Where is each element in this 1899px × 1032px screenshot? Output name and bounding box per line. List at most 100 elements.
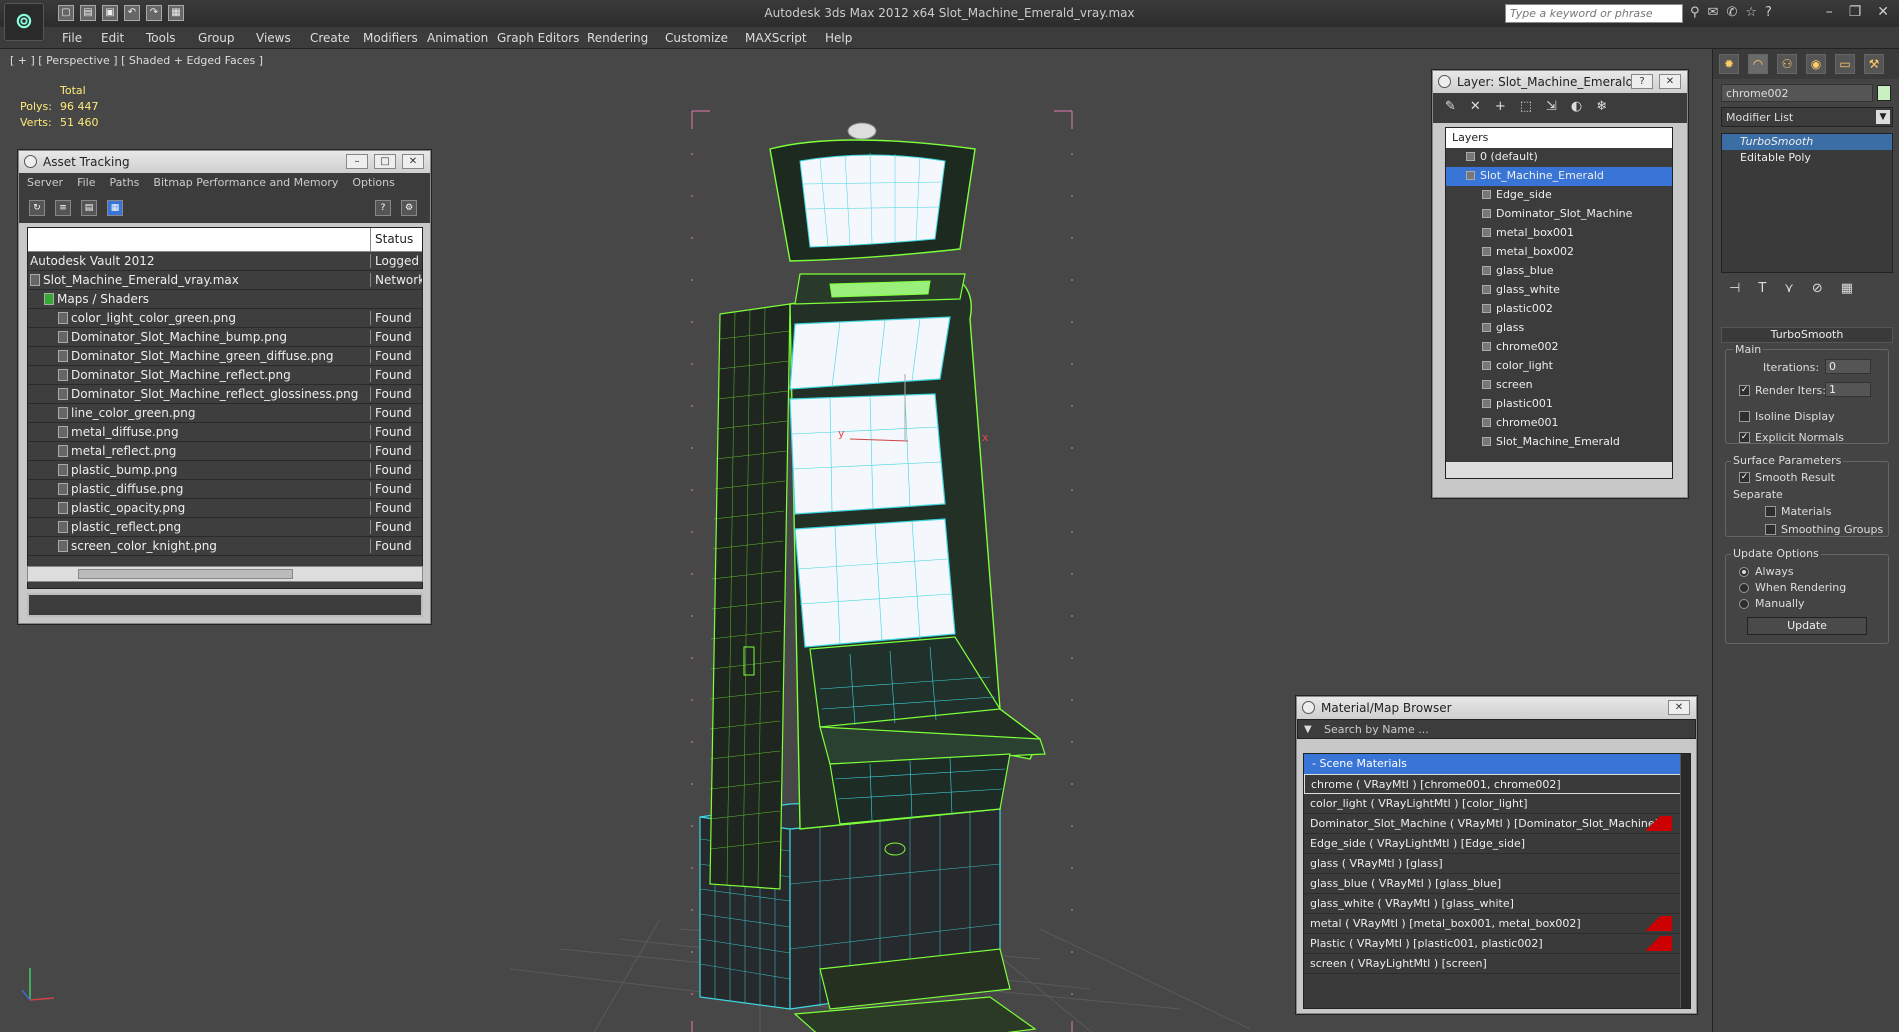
layer-item[interactable]: chrome001 [1446,414,1672,433]
material-item[interactable]: Plastic ( VRayMtl ) [plastic001, plastic… [1304,934,1690,954]
new-icon[interactable]: ▢ [58,5,74,21]
project-icon[interactable]: ▦ [168,5,184,21]
turbosmooth-rollout-header[interactable]: TurboSmooth [1721,327,1893,343]
asset-menu-paths[interactable]: Paths [110,176,140,190]
material-search-input[interactable]: ▼ Search by Name ... [1297,719,1696,739]
asset-menu-bitmap[interactable]: Bitmap Performance and Memory [153,176,338,190]
materials-checkbox[interactable] [1765,506,1776,517]
make-unique-icon[interactable]: ⋎ [1784,281,1794,296]
table-row[interactable]: Dominator_Slot_Machine_bump.png Found [28,328,422,347]
layer-delete-icon[interactable]: ✕ [1470,99,1481,117]
menu-views[interactable]: Views [256,31,291,45]
motion-tab-icon[interactable]: ◉ [1806,54,1826,74]
asset-menu-server[interactable]: Server [27,176,63,190]
close-icon[interactable]: ✕ [1668,700,1690,715]
hierarchy-tab-icon[interactable]: ⚇ [1777,54,1797,74]
layer-item[interactable]: plastic002 [1446,300,1672,319]
menu-customize[interactable]: Customize [665,31,728,45]
render-iters-checkbox[interactable]: ✓ [1739,385,1750,396]
favorites-icon[interactable]: ☆ [1745,5,1757,20]
table-row[interactable]: screen_color_knight.png Found [28,537,422,556]
communication-icon[interactable]: ✆ [1726,5,1737,20]
layer-item[interactable]: Dominator_Slot_Machine [1446,205,1672,224]
isoline-checkbox[interactable] [1739,411,1750,422]
help-icon[interactable]: ? [1631,74,1653,89]
object-color-swatch[interactable] [1877,85,1891,101]
table-row[interactable]: Slot_Machine_Emerald_vray.max Network [28,271,422,290]
material-vertical-scrollbar[interactable] [1680,754,1690,1008]
layer-item[interactable]: screen [1446,376,1672,395]
smooth-result-checkbox[interactable]: ✓ [1739,472,1750,483]
layer-item[interactable]: glass_white [1446,281,1672,300]
update-button[interactable]: Update [1747,617,1867,635]
menu-maxscript[interactable]: MAXScript [745,31,807,45]
manually-radio[interactable] [1739,599,1749,609]
menu-help[interactable]: Help [825,31,852,45]
menu-create[interactable]: Create [310,31,350,45]
options-dropdown-icon[interactable]: ▼ [1304,724,1312,735]
material-item[interactable]: metal ( VRayMtl ) [metal_box001, metal_b… [1304,914,1690,934]
table-row[interactable]: metal_diffuse.png Found [28,423,422,442]
asset-horizontal-scrollbar[interactable] [27,566,423,582]
close-icon[interactable]: ✕ [402,154,424,169]
layer-highlight-icon[interactable]: ⇲ [1546,99,1557,117]
binoculars-icon[interactable]: ⚲ [1690,5,1700,20]
scroll-thumb[interactable] [78,569,293,579]
scene-materials-header[interactable]: - Scene Materials [1304,754,1690,774]
iterations-spinner[interactable]: 0 [1825,359,1871,374]
display-tab-icon[interactable]: ▭ [1835,54,1855,74]
search-input[interactable]: Type a keyword or phrase [1505,4,1683,23]
table-row[interactable]: metal_reflect.png Found [28,442,422,461]
material-browser-titlebar[interactable]: Material/Map Browser ✕ [1297,697,1696,719]
layer-item[interactable]: color_light [1446,357,1672,376]
subscription-icon[interactable]: ✉ [1708,5,1719,20]
help-icon[interactable]: ? [375,200,391,216]
status-column-header[interactable]: Status [370,228,417,251]
render-iters-spinner[interactable]: 1 [1825,382,1871,397]
layer-add-icon[interactable]: + [1495,99,1506,117]
layer-item[interactable]: chrome002 [1446,338,1672,357]
chevron-down-icon[interactable]: ▼ [1876,110,1890,124]
table-row[interactable]: Autodesk Vault 2012 Logged C [28,252,422,271]
asset-tracking-titlebar[interactable]: Asset Tracking – □ ✕ [19,151,430,173]
menu-edit[interactable]: Edit [101,31,124,45]
table-row[interactable]: Dominator_Slot_Machine_reflect.png Found [28,366,422,385]
material-item[interactable]: glass_blue ( VRayMtl ) [glass_blue] [1304,874,1690,894]
menu-graph-editors[interactable]: Graph Editors [497,31,579,45]
save-icon[interactable]: ▣ [102,5,118,21]
layer-item[interactable]: metal_box001 [1446,224,1672,243]
layer-item[interactable]: 0 (default) [1446,148,1672,167]
asset-menu-file[interactable]: File [77,176,95,190]
material-item[interactable]: screen ( VRayLightMtl ) [screen] [1304,954,1690,974]
list-view-icon[interactable]: ≡ [55,200,71,216]
material-item[interactable]: glass_white ( VRayMtl ) [glass_white] [1304,894,1690,914]
menu-tools[interactable]: Tools [146,31,176,45]
material-item[interactable]: glass ( VRayMtl ) [glass] [1304,854,1690,874]
menu-rendering[interactable]: Rendering [587,31,648,45]
close-icon[interactable]: ✕ [1659,74,1681,89]
layer-item[interactable]: Slot_Machine_Emerald [1446,433,1672,452]
material-item[interactable]: Dominator_Slot_Machine ( VRayMtl ) [Domi… [1304,814,1690,834]
maximize-icon[interactable]: □ [374,154,396,169]
when-rendering-radio[interactable] [1739,583,1749,593]
stack-item-editable-poly[interactable]: Editable Poly [1722,150,1892,166]
layer-item[interactable]: metal_box002 [1446,243,1672,262]
minimize-icon[interactable]: – [346,154,368,169]
minimize-icon[interactable]: – [1826,4,1833,20]
material-item[interactable]: chrome ( VRayMtl ) [chrome001, chrome002… [1304,774,1690,794]
layer-hide-icon[interactable]: ◐ [1571,99,1582,117]
table-row[interactable]: plastic_opacity.png Found [28,499,422,518]
material-item[interactable]: color_light ( VRayLightMtl ) [color_ligh… [1304,794,1690,814]
asset-menu-options[interactable]: Options [352,176,394,190]
layer-freeze-icon[interactable]: ❄ [1596,99,1607,117]
layer-select-icon[interactable]: ⬚ [1520,99,1532,117]
layer-item[interactable]: glass [1446,319,1672,338]
close-icon[interactable]: ✕ [1877,4,1889,20]
settings-icon[interactable]: ⚙ [401,200,417,216]
layer-item[interactable]: Edge_side [1446,186,1672,205]
table-row[interactable]: plastic_reflect.png Found [28,518,422,537]
menu-modifiers[interactable]: Modifiers [363,31,418,45]
menu-group[interactable]: Group [198,31,235,45]
configure-sets-icon[interactable]: ▦ [1841,281,1853,296]
modifier-list-dropdown[interactable]: Modifier List ▼ [1721,107,1893,127]
